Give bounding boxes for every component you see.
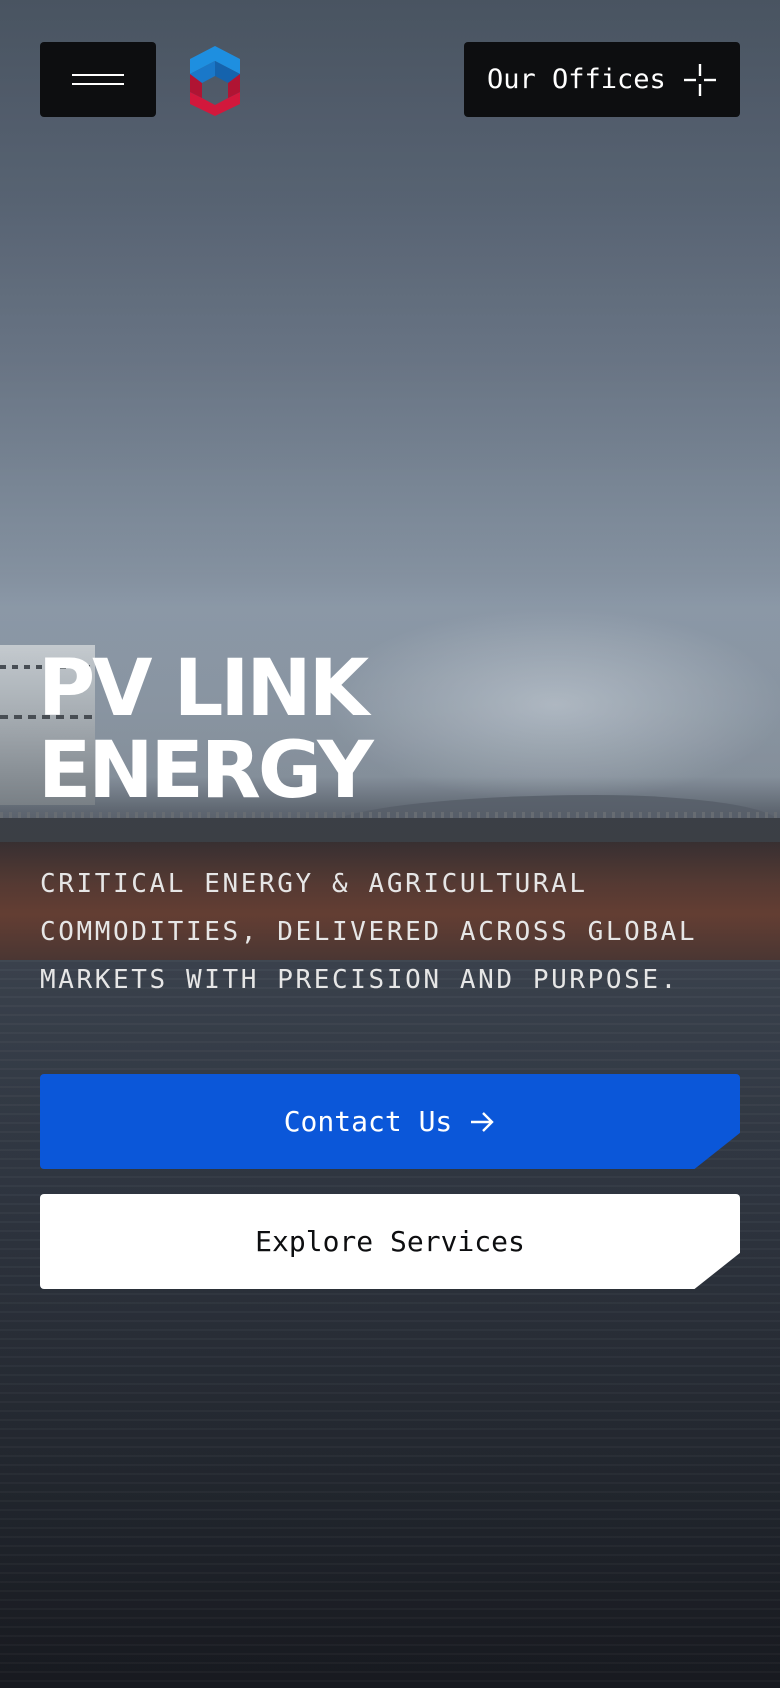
site-header: Our Offices [0,0,780,160]
contact-us-button[interactable]: Contact Us [40,1074,740,1169]
menu-button[interactable] [40,42,156,117]
hero-subtitle-line: COMMODITIES, DELIVERED ACROSS GLOBAL [40,917,698,947]
our-offices-button[interactable]: Our Offices [464,42,740,117]
explore-services-label: Explore Services [255,1225,525,1258]
contact-us-label: Contact Us [283,1105,453,1138]
arrow-right-icon [471,1111,494,1132]
background-overlay [0,0,780,1688]
hero-title-line: PV LINK [38,644,369,734]
hero-subtitle-line: CRITICAL ENERGY & AGRICULTURAL [40,869,588,899]
hamburger-menu-icon [72,74,124,86]
our-offices-label: Our Offices [487,64,666,95]
cube-logo-icon[interactable] [188,44,242,118]
explore-services-button[interactable]: Explore Services [40,1194,740,1289]
crosshair-icon [684,64,716,96]
hero-subtitle-line: MARKETS WITH PRECISION AND PURPOSE. [40,965,679,995]
hero-title: PV LINK ENERGY [38,648,598,812]
hero-title-line: ENERGY [38,726,374,816]
hero-subtitle: CRITICAL ENERGY & AGRICULTURAL COMMODITI… [40,860,760,1004]
